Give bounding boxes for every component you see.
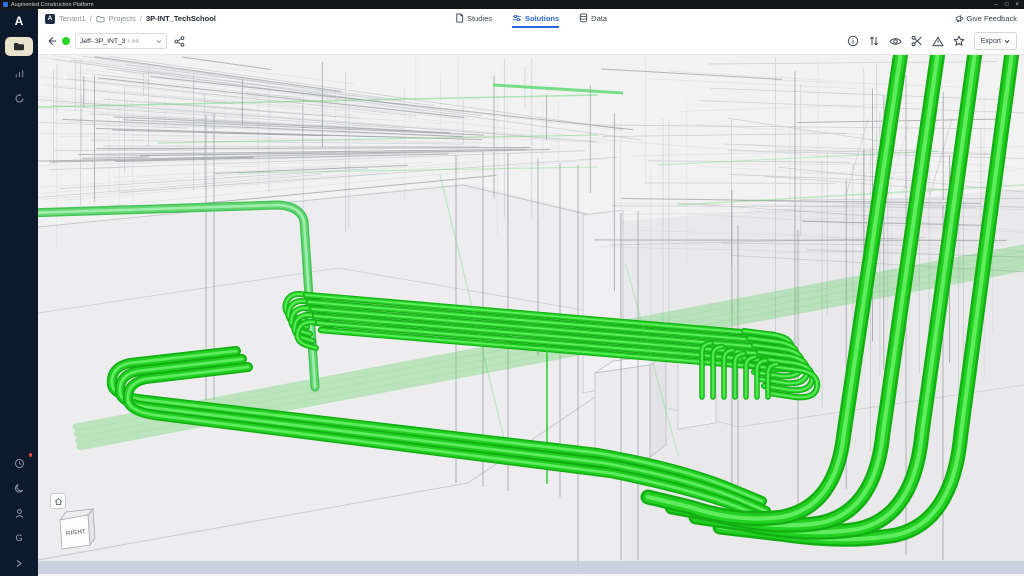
- sidebar-item-theme[interactable]: [8, 480, 30, 496]
- solution-select-version: / #4: [128, 38, 139, 45]
- sidebar-item-projects[interactable]: [5, 37, 33, 56]
- sidebar-item-guide[interactable]: G: [8, 530, 30, 546]
- sidebar-item-analytics[interactable]: [8, 65, 30, 81]
- scissors-button[interactable]: [911, 35, 923, 47]
- window-title: Augmented Construction Platform: [11, 2, 94, 8]
- export-button[interactable]: Export: [974, 32, 1017, 50]
- window-titlebar: Augmented Construction Platform – □ ×: [0, 0, 1024, 9]
- back-button[interactable]: [46, 36, 57, 46]
- close-button[interactable]: ×: [1015, 2, 1019, 8]
- database-icon: [579, 13, 588, 23]
- history-icon: [14, 93, 25, 104]
- sidebar-item-account[interactable]: [8, 505, 30, 521]
- sidebar-item-notifications[interactable]: [8, 455, 30, 471]
- warning-button[interactable]: [932, 36, 944, 47]
- view-cube[interactable]: RIGHT: [52, 507, 100, 557]
- user-icon: [14, 508, 25, 519]
- solution-select-value: Jeff- 3P_INT_3: [80, 38, 126, 45]
- moon-icon: [14, 483, 25, 494]
- folder-icon: [13, 41, 25, 52]
- chevron-right-icon: [15, 559, 23, 568]
- chevron-down-icon: [1004, 39, 1010, 44]
- viewer-toolbar: Jeff- 3P_INT_3 / #4 Export: [38, 28, 1024, 55]
- share-button[interactable]: [174, 36, 185, 47]
- status-dot: [62, 37, 70, 45]
- app-header: A Tenant1 / Projects / 3P-INT_TechSchool…: [38, 9, 1024, 29]
- model-3d-scene: [38, 55, 1024, 576]
- clock-icon: [14, 458, 25, 469]
- brand-logo: A: [15, 14, 24, 28]
- tab-data[interactable]: Data: [579, 9, 607, 28]
- tab-solutions[interactable]: Solutions: [512, 9, 559, 28]
- compare-arrows-button[interactable]: [868, 35, 880, 47]
- solution-select[interactable]: Jeff- 3P_INT_3 / #4: [75, 33, 167, 49]
- sidebar: A G: [0, 9, 38, 576]
- star-button[interactable]: [953, 35, 965, 47]
- sliders-icon: [512, 13, 522, 23]
- give-feedback-button[interactable]: Give Feedback: [955, 9, 1017, 28]
- info-button[interactable]: [847, 35, 859, 47]
- main-tabs: Studies Solutions Data: [38, 9, 1024, 28]
- viewer-canvas[interactable]: RIGHT: [38, 55, 1024, 576]
- document-icon: [455, 13, 464, 23]
- chart-icon: [14, 68, 25, 79]
- home-icon: [54, 497, 63, 506]
- maximize-button[interactable]: □: [1005, 2, 1009, 8]
- tab-studies[interactable]: Studies: [455, 9, 492, 28]
- eye-button[interactable]: [889, 36, 902, 47]
- viewport-bottom-band: [38, 561, 1024, 574]
- megaphone-icon: [955, 14, 964, 23]
- minimize-button[interactable]: –: [995, 2, 998, 8]
- chevron-down-icon: [156, 39, 162, 44]
- sidebar-expand-button[interactable]: [8, 555, 30, 571]
- sidebar-item-history[interactable]: [8, 90, 30, 106]
- app-icon: [3, 2, 8, 7]
- notification-badge: [29, 453, 33, 457]
